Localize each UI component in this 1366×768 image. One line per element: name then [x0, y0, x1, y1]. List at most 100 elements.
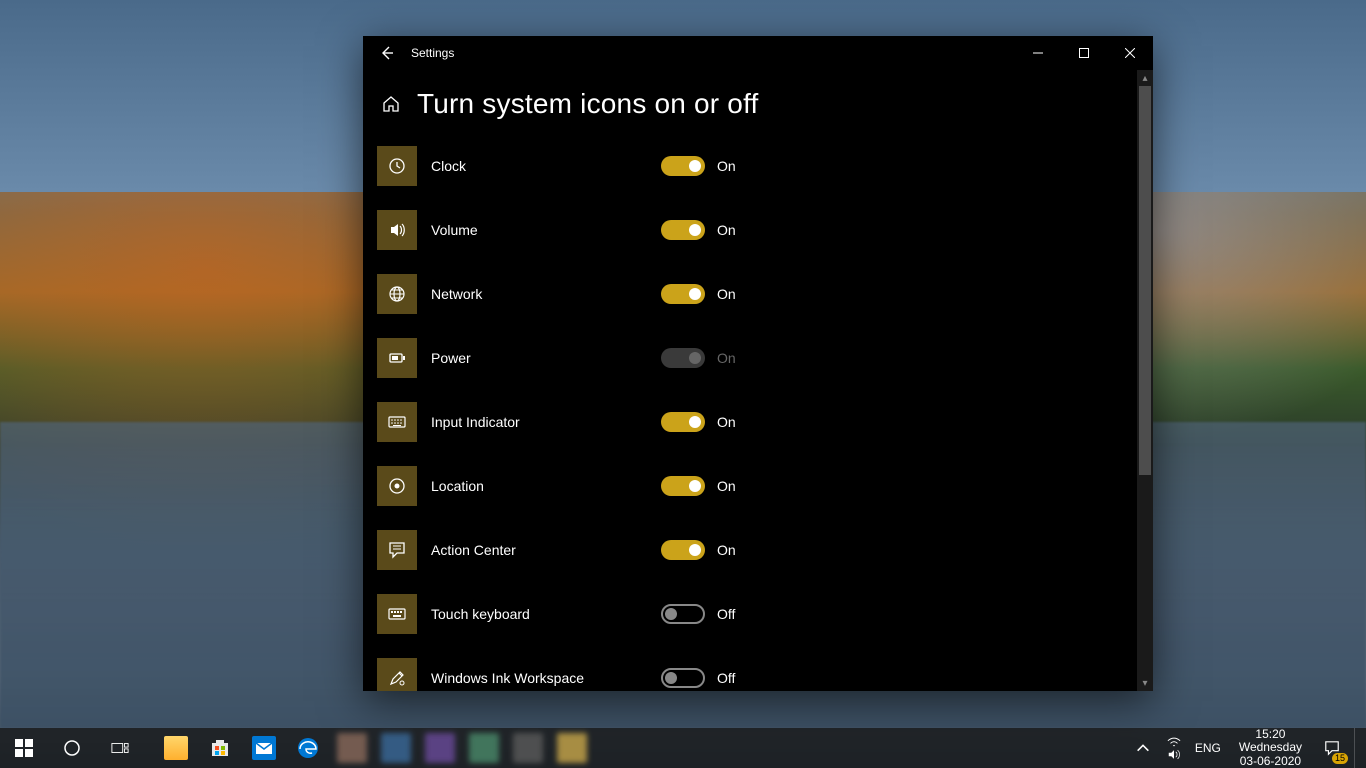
maximize-button[interactable]: [1061, 36, 1107, 70]
volume-icon: [377, 210, 417, 250]
cortana-button[interactable]: [48, 728, 96, 768]
chevron-up-icon: [1135, 740, 1151, 756]
toggle-area: Off: [661, 604, 735, 624]
toggle-state-label: On: [717, 350, 736, 366]
settings-window: Settings Turn system icons on or off Clo…: [363, 36, 1153, 691]
minimize-button[interactable]: [1015, 36, 1061, 70]
pen-icon: [377, 658, 417, 691]
setting-row-power: Power On: [377, 336, 1123, 380]
setting-row-action-center: Action Center On: [377, 528, 1123, 572]
setting-label: Clock: [431, 158, 661, 174]
toggle-action-center[interactable]: [661, 540, 705, 560]
edge-icon: [296, 736, 320, 760]
toggle-state-label: On: [717, 542, 736, 558]
scrollbar[interactable]: ▴ ▾: [1137, 70, 1153, 691]
microsoft-store-icon: [208, 736, 232, 760]
setting-label: Location: [431, 478, 661, 494]
taskbar-app-file-explorer[interactable]: [154, 728, 198, 768]
cortana-icon: [63, 739, 81, 757]
notification-badge: 15: [1332, 753, 1348, 764]
scroll-thumb[interactable]: [1137, 86, 1153, 675]
task-view-button[interactable]: [96, 728, 144, 768]
setting-label: Input Indicator: [431, 414, 661, 430]
tray-action-center[interactable]: 15: [1316, 728, 1348, 768]
taskbar-app-store[interactable]: [198, 728, 242, 768]
keyboard-icon: [377, 402, 417, 442]
taskbar-app-blurred-6[interactable]: [550, 728, 594, 768]
windows-logo-icon: [15, 739, 33, 757]
toggle-state-label: Off: [717, 606, 735, 622]
toggle-location[interactable]: [661, 476, 705, 496]
toggle-network[interactable]: [661, 284, 705, 304]
taskbar-app-blurred-1[interactable]: [330, 728, 374, 768]
clock-icon: [377, 146, 417, 186]
toggle-area: On: [661, 284, 736, 304]
toggle-keyboard[interactable]: [661, 412, 705, 432]
taskbar: ENG 15:20 Wednesday 03-06-2020 15: [0, 728, 1366, 768]
start-button[interactable]: [0, 728, 48, 768]
tray-language[interactable]: ENG: [1191, 741, 1225, 755]
window-title: Settings: [411, 46, 454, 60]
file-explorer-icon: [164, 736, 188, 760]
network-icon: [377, 274, 417, 314]
setting-row-pen: Windows Ink WorkspaceOff: [377, 656, 1123, 691]
taskbar-app-mail[interactable]: [242, 728, 286, 768]
toggle-area: On: [661, 348, 736, 368]
close-button[interactable]: [1107, 36, 1153, 70]
tray-overflow[interactable]: [1129, 728, 1157, 768]
toggle-volume[interactable]: [661, 220, 705, 240]
setting-label: Action Center: [431, 542, 661, 558]
toggle-touch-keyboard[interactable]: [661, 604, 705, 624]
action-center-icon: [377, 530, 417, 570]
toggle-area: On: [661, 156, 736, 176]
wifi-icon: [1167, 737, 1181, 748]
setting-row-touch-keyboard: Touch keyboardOff: [377, 592, 1123, 636]
volume-tray-icon: [1167, 749, 1181, 760]
mail-icon: [252, 736, 276, 760]
touch-keyboard-icon: [377, 594, 417, 634]
taskbar-app-blurred-5[interactable]: [506, 728, 550, 768]
setting-row-network: Network On: [377, 272, 1123, 316]
minimize-icon: [1033, 48, 1043, 58]
scroll-up-arrow-icon[interactable]: ▴: [1137, 70, 1153, 86]
taskbar-app-edge[interactable]: [286, 728, 330, 768]
tray-date: 03-06-2020: [1239, 755, 1302, 768]
toggle-area: Off: [661, 668, 735, 688]
taskbar-app-blurred-3[interactable]: [418, 728, 462, 768]
toggle-area: On: [661, 412, 736, 432]
taskbar-app-blurred-2[interactable]: [374, 728, 418, 768]
page-title: Turn system icons on or off: [417, 88, 759, 120]
back-arrow-icon: [379, 45, 395, 61]
taskbar-app-blurred-4[interactable]: [462, 728, 506, 768]
setting-row-volume: VolumeOn: [377, 208, 1123, 252]
setting-row-location: Location On: [377, 464, 1123, 508]
toggle-state-label: On: [717, 158, 736, 174]
settings-content: Turn system icons on or off ClockOnVolum…: [363, 70, 1137, 691]
setting-label: Network: [431, 286, 661, 302]
scroll-down-arrow-icon[interactable]: ▾: [1137, 675, 1153, 691]
toggle-clock[interactable]: [661, 156, 705, 176]
close-icon: [1125, 48, 1135, 58]
toggle-area: On: [661, 540, 736, 560]
tray-clock[interactable]: 15:20 Wednesday 03-06-2020: [1231, 728, 1310, 768]
toggle-state-label: On: [717, 286, 736, 302]
show-desktop-button[interactable]: [1354, 728, 1360, 768]
window-controls: [1015, 36, 1153, 70]
titlebar: Settings: [363, 36, 1153, 70]
setting-label: Volume: [431, 222, 661, 238]
task-view-icon: [111, 739, 129, 757]
setting-row-keyboard: Input Indicator On: [377, 400, 1123, 444]
toggle-pen[interactable]: [661, 668, 705, 688]
back-button[interactable]: [371, 37, 403, 69]
home-icon[interactable]: [381, 94, 401, 114]
toggle-state-label: On: [717, 414, 736, 430]
toggle-area: On: [661, 220, 736, 240]
setting-label: Power: [431, 350, 661, 366]
toggle-state-label: On: [717, 478, 736, 494]
setting-row-clock: Clock On: [377, 144, 1123, 188]
location-icon: [377, 466, 417, 506]
toggle-state-label: Off: [717, 670, 735, 686]
toggle-area: On: [661, 476, 736, 496]
tray-network-volume[interactable]: [1163, 737, 1185, 760]
power-icon: [377, 338, 417, 378]
